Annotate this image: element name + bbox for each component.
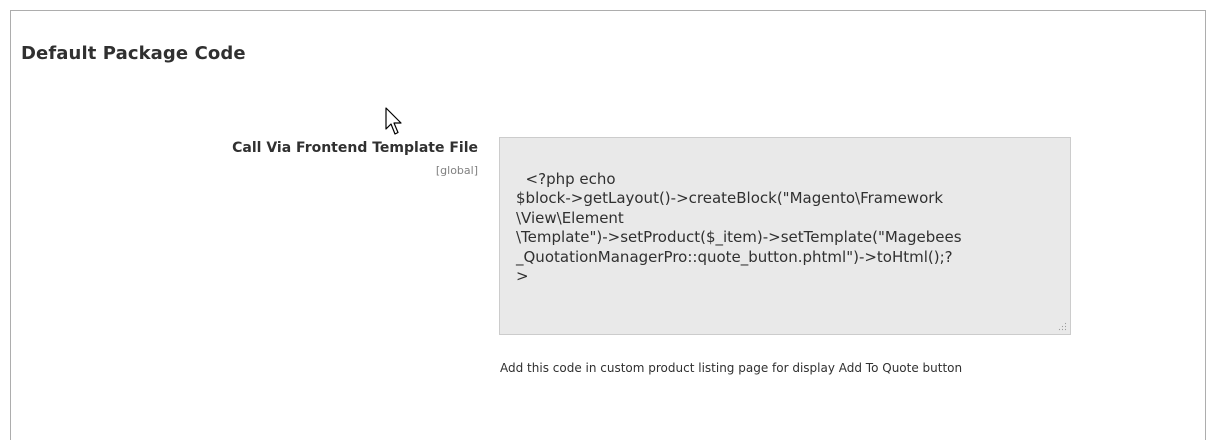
mouse-pointer-icon (385, 107, 402, 135)
section-title: Default Package Code (21, 43, 246, 64)
field-label: Call Via Frontend Template File (232, 140, 478, 156)
field-note: Add this code in custom product listing … (500, 361, 963, 375)
scope-label: [global] (435, 164, 478, 177)
template-code-textarea[interactable]: <?php echo $block->getLayout()->createBl… (499, 137, 1071, 335)
resize-grip-icon[interactable] (1058, 322, 1067, 331)
textarea-value[interactable]: <?php echo $block->getLayout()->createBl… (516, 170, 962, 286)
